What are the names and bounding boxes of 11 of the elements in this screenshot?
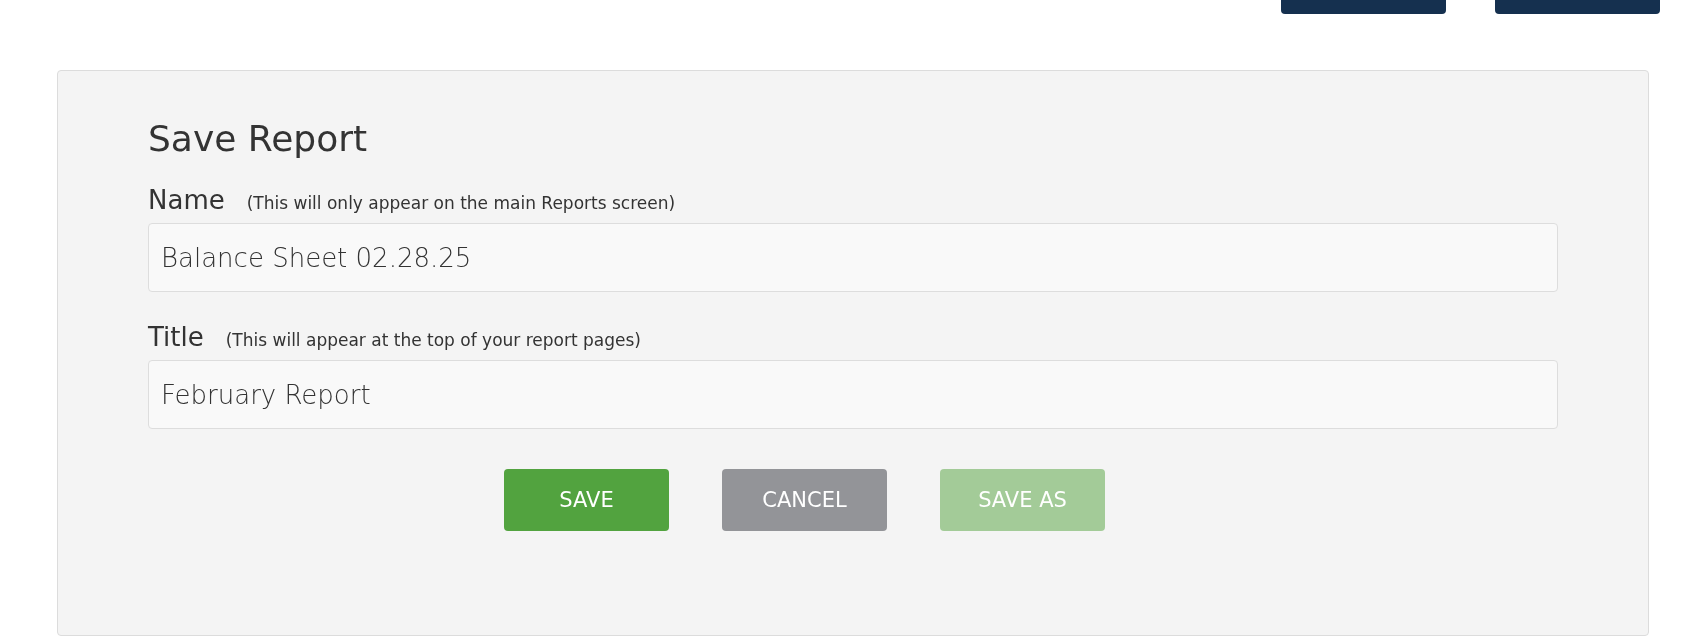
cancel-button[interactable]: CANCEL — [722, 469, 887, 531]
save-button[interactable]: SAVE — [504, 469, 669, 531]
field-hint: (This will appear at the top of your report pages) — [225, 330, 641, 350]
input-field[interactable]: February Report — [148, 360, 1558, 429]
field-label: Name — [148, 185, 225, 215]
input-field[interactable]: Balance Sheet 02.28.25 — [148, 223, 1558, 292]
dialog-title: Save Report — [148, 117, 369, 161]
field-label: Title — [148, 322, 204, 352]
nav-button[interactable] — [1495, 0, 1660, 14]
nav-button[interactable] — [1281, 0, 1446, 14]
field-hint: (This will only appear on the main Reports screen) — [246, 193, 676, 213]
